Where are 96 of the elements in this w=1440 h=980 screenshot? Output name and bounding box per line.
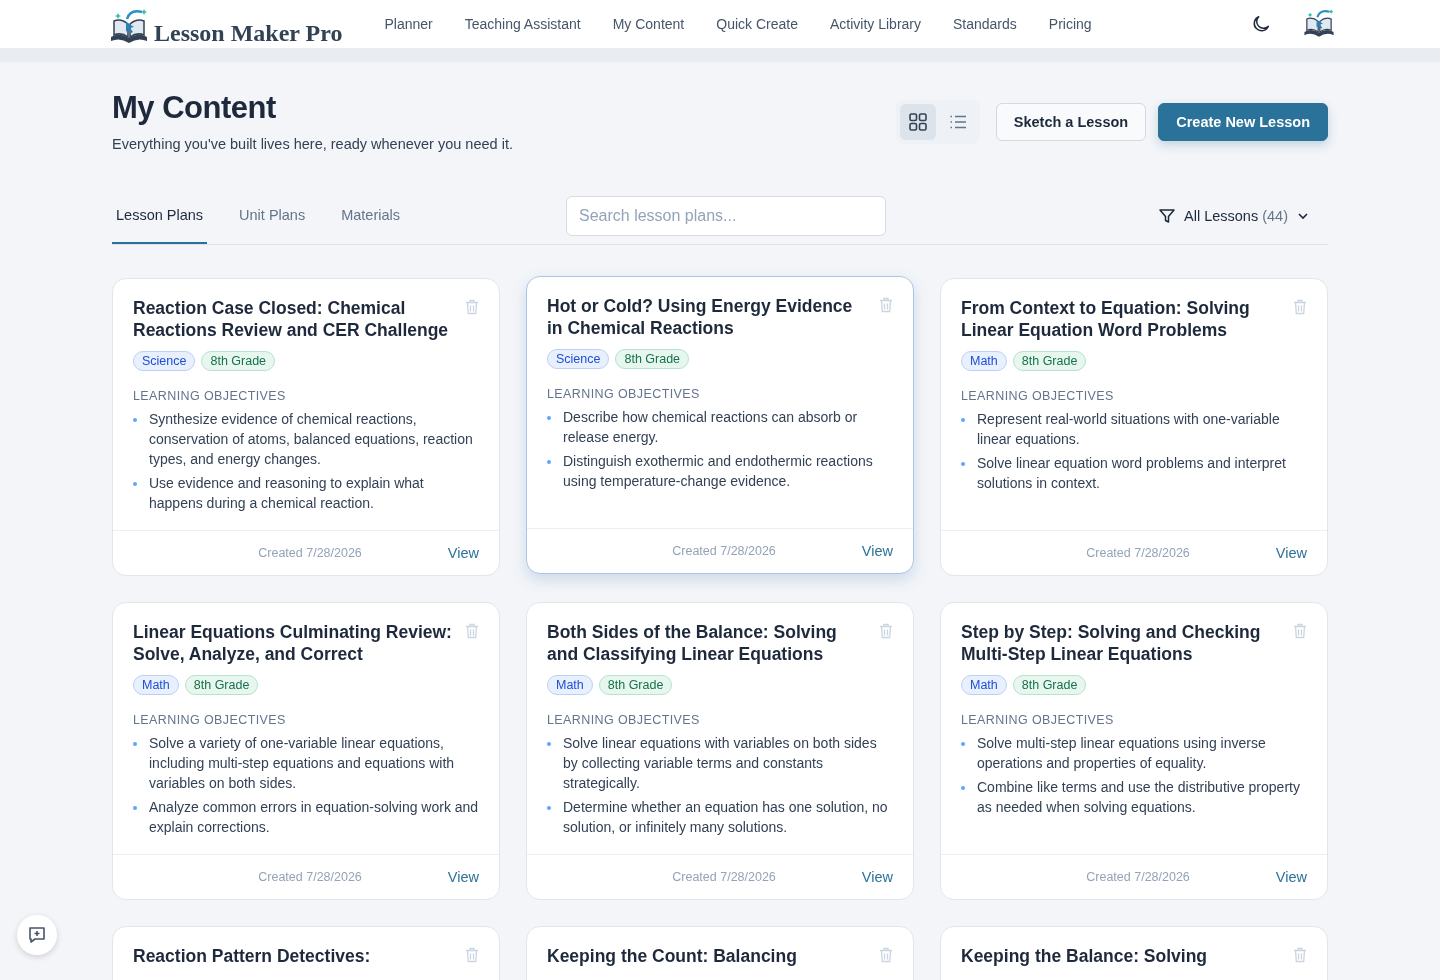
view-link[interactable]: View: [861, 543, 893, 559]
section-label: LEARNING OBJECTIVES: [133, 389, 287, 403]
objective-text: Represent real-world situations with one-variable linear equations.: [977, 410, 1281, 449]
bullet-icon: [961, 742, 965, 746]
nav-link[interactable]: Standards: [937, 16, 1033, 32]
view-link[interactable]: View: [1275, 545, 1307, 561]
message-plus-icon: [27, 925, 47, 945]
trash-icon[interactable]: [879, 947, 893, 963]
nav-link[interactable]: Activity Library: [813, 16, 937, 32]
card-title: Keeping the Balance: Solving: [961, 945, 1208, 967]
card-title: Hot or Cold? Using Energy Evidence in Chemical Reactions: [547, 295, 854, 339]
feedback-button[interactable]: [17, 915, 57, 955]
created-date: Created 7/28/2026: [1086, 870, 1190, 884]
grid-view-button[interactable]: [899, 104, 936, 140]
objective-text: Solve multi-step linear equations using inverse operations and properties of equality.: [977, 734, 1267, 773]
trash-icon[interactable]: [1293, 947, 1307, 963]
page-subtitle: Everything you've built lives here, ready whenever you need it.: [112, 136, 513, 152]
subject-tag: Math: [961, 675, 1007, 695]
card-title: Reaction Pattern Detectives:: [133, 945, 371, 967]
grid-icon: [907, 112, 928, 132]
subject-tag: Science: [547, 349, 610, 369]
tab[interactable]: Lesson Plans: [112, 188, 208, 244]
grade-tag: 8th Grade: [615, 349, 690, 369]
nav-link[interactable]: My Content: [596, 16, 701, 32]
bullet-icon: [547, 742, 551, 746]
card-title: Both Sides of the Balance: Solving and Classifying Linear Equations: [547, 621, 838, 665]
subject-tag: Math: [961, 351, 1007, 371]
filter-icon: [1158, 207, 1176, 225]
objective-text: Use evidence and reasoning to explain what happens during a chemical reaction.: [149, 474, 425, 513]
created-date: Created 7/28/2026: [258, 546, 362, 560]
card-title: Keeping the Count: Balancing: [547, 945, 797, 967]
bullet-icon: [961, 418, 965, 422]
card-title: Step by Step: Solving and Checking Multi-Step Linear Equations: [961, 621, 1262, 665]
section-label: LEARNING OBJECTIVES: [547, 387, 701, 401]
view-link[interactable]: View: [1275, 869, 1307, 885]
created-date: Created 7/28/2026: [1086, 546, 1190, 560]
objective-text: Synthesize evidence of chemical reactions, conservation of atoms, balanced equations, reaction types, and energy changes.: [149, 410, 474, 469]
trash-icon[interactable]: [1293, 623, 1307, 639]
search-field[interactable]: Search lesson plans...: [566, 196, 886, 236]
objective-text: Describe how chemical reactions can absorb or release energy.: [563, 408, 859, 447]
bullet-icon: [961, 786, 965, 790]
subject-tag: Math: [547, 675, 593, 695]
sketch-lesson-button[interactable]: Sketch a Lesson: [995, 103, 1147, 141]
trash-icon[interactable]: [879, 623, 893, 639]
page-title: My Content: [112, 90, 277, 126]
bullet-icon: [547, 416, 551, 420]
book-logo-icon: [1302, 7, 1336, 39]
bullet-icon: [547, 460, 551, 464]
view-link[interactable]: View: [447, 869, 479, 885]
bullet-icon: [133, 482, 137, 486]
objective-text: Solve linear equation word problems and interpret solutions in context.: [977, 454, 1287, 493]
subject-tag: Math: [133, 675, 179, 695]
objective-text: Analyze common errors in equation-solving work and explain corrections.: [149, 798, 479, 837]
bullet-icon: [133, 418, 137, 422]
view-link[interactable]: View: [861, 869, 893, 885]
created-date: Created 7/28/2026: [258, 870, 362, 884]
objective-text: Determine whether an equation has one solution, no solution, or infinitely many solutions.: [563, 798, 889, 837]
subject-tag: Science: [133, 351, 196, 371]
objective-text: Solve a variety of one-variable linear equations, including multi-step equations and equations with variables on both sides.: [149, 734, 456, 793]
created-date: Created 7/28/2026: [672, 870, 776, 884]
objective-text: Distinguish exothermic and endothermic reactions using temperature-change evidence.: [563, 452, 874, 491]
section-label: LEARNING OBJECTIVES: [547, 713, 701, 727]
nav-link[interactable]: Quick Create: [700, 16, 814, 32]
grade-tag: 8th Grade: [201, 351, 276, 371]
view-link[interactable]: View: [447, 545, 479, 561]
nav-link[interactable]: Planner: [368, 16, 449, 32]
trash-icon[interactable]: [465, 623, 479, 639]
grade-tag: 8th Grade: [184, 675, 259, 695]
grade-tag: 8th Grade: [1012, 351, 1087, 371]
section-label: LEARNING OBJECTIVES: [961, 713, 1115, 727]
filter-dropdown[interactable]: All Lessons (44): [1152, 206, 1316, 226]
tab[interactable]: Materials: [337, 188, 404, 244]
created-date: Created 7/28/2026: [672, 544, 776, 558]
trash-icon[interactable]: [465, 947, 479, 963]
tab[interactable]: Unit Plans: [235, 188, 310, 244]
bullet-icon: [133, 742, 137, 746]
book-logo-icon: [108, 7, 150, 45]
trash-icon[interactable]: [879, 297, 893, 313]
nav-link[interactable]: Teaching Assistant: [448, 16, 597, 32]
grade-tag: 8th Grade: [1012, 675, 1087, 695]
card-title: From Context to Equation: Solving Linear Equation Word Problems: [961, 297, 1251, 341]
bullet-icon: [961, 462, 965, 466]
grade-tag: 8th Grade: [598, 675, 673, 695]
section-label: LEARNING OBJECTIVES: [133, 713, 287, 727]
create-lesson-button[interactable]: Create New Lesson: [1158, 103, 1328, 141]
bullet-icon: [547, 806, 551, 810]
section-label: LEARNING OBJECTIVES: [961, 389, 1115, 403]
card-title: Reaction Case Closed: Chemical Reactions Review and CER Challenge: [133, 297, 450, 341]
app-logo-text: Lesson Maker Pro: [154, 21, 343, 45]
nav-link[interactable]: Pricing: [1032, 16, 1108, 32]
card-title: Linear Equations Culminating Review: Solve, Analyze, and Correct: [133, 621, 453, 665]
bullet-icon: [133, 806, 137, 810]
trash-icon[interactable]: [1293, 299, 1307, 315]
trash-icon[interactable]: [465, 299, 479, 315]
objective-text: Combine like terms and use the distributive property as needed when solving equations.: [977, 778, 1301, 817]
objective-text: Solve linear equations with variables on both sides by collecting variable terms and constants strategically.: [563, 734, 878, 793]
